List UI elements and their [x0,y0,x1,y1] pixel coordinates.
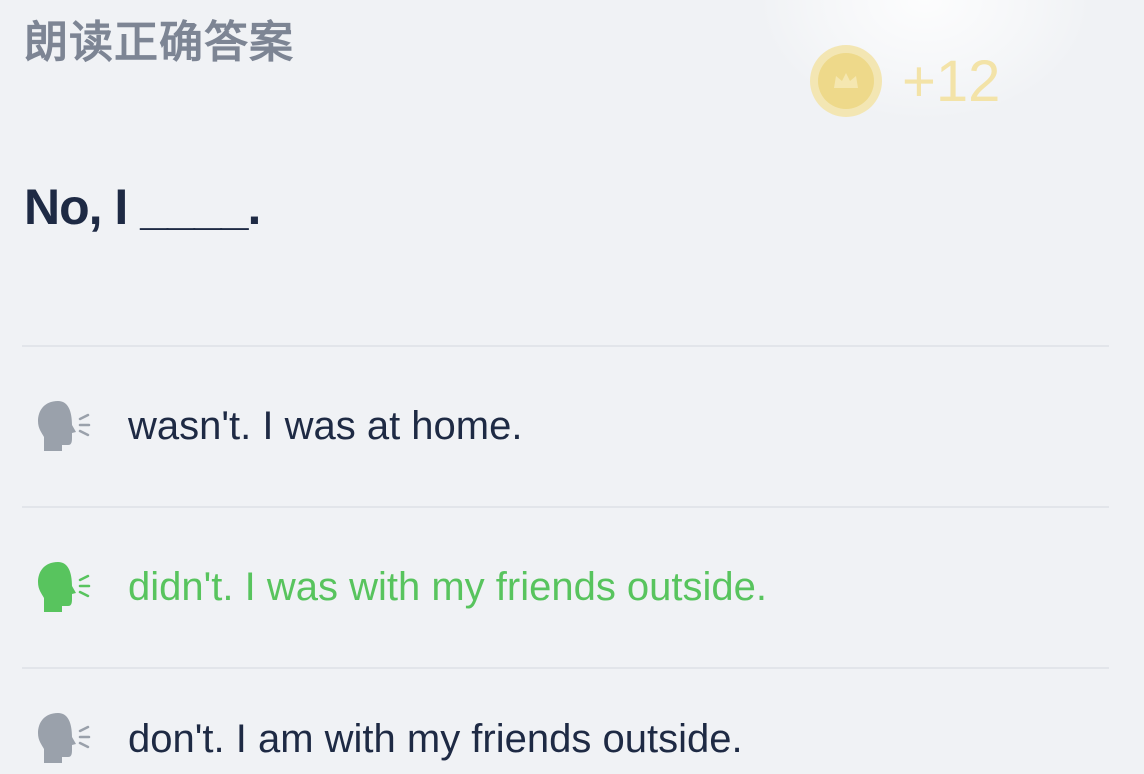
option-label: didn't. I was with my friends outside. [128,565,768,609]
crown-coin-icon [810,45,882,117]
page-title: 朗读正确答案 [24,17,294,68]
option-label: don't. I am with my friends outside. [128,716,743,761]
option-label: wasn't. I was at home. [128,404,523,448]
reward-badge: +12 [810,45,1000,117]
option-item[interactable]: don't. I am with my friends outside. [22,669,1109,774]
question-text: No, I ____. [24,179,261,235]
answer-options: wasn't. I was at home. didn't. I was wit… [22,345,1109,774]
option-item[interactable]: wasn't. I was at home. [22,347,1109,506]
speaking-head-icon[interactable] [30,707,94,771]
reward-points: +12 [902,48,1001,114]
option-item-correct[interactable]: didn't. I was with my friends outside. [22,508,1109,667]
speaking-head-icon[interactable] [30,395,94,459]
speaking-head-icon[interactable] [30,556,94,620]
